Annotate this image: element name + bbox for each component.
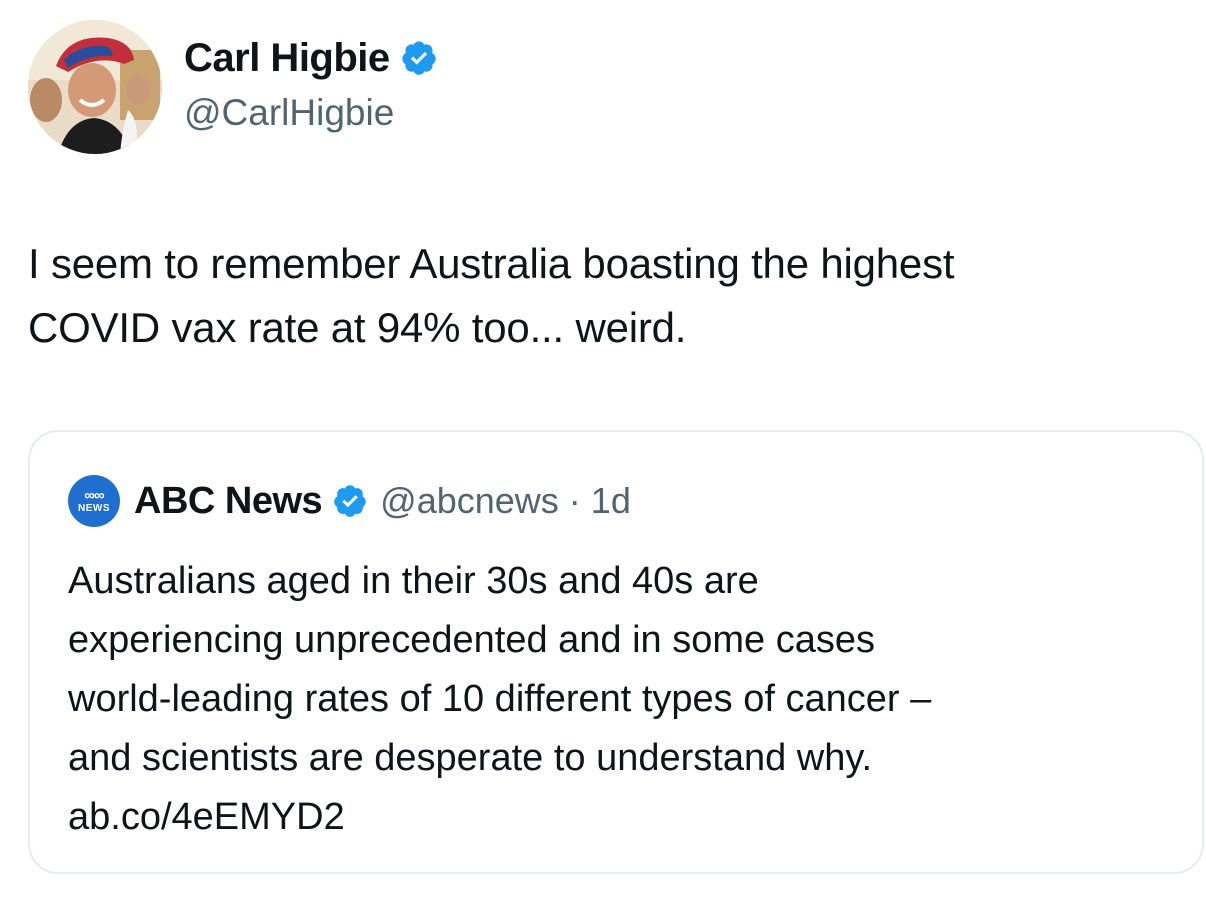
quoted-text-line: world-leading rates of 10 different type… <box>68 678 932 720</box>
quoted-handle[interactable]: @abcnews <box>380 480 559 522</box>
abc-logo-glyph: ∞∞ <box>84 487 104 504</box>
avatar-photo <box>28 20 162 154</box>
abc-logo-word: NEWS <box>78 503 110 514</box>
quoted-text-line: Australians aged in their 30s and 40s ar… <box>68 560 759 602</box>
tweet: Carl Higbie @CarlHigbie I seem to rememb… <box>0 0 1206 900</box>
separator-dot: · <box>568 480 581 521</box>
quoted-text-line: and scientists are desperate to understa… <box>68 737 873 779</box>
author-block: Carl Higbie @CarlHigbie <box>184 30 438 138</box>
verified-badge-icon <box>400 39 438 77</box>
quoted-text-line: experiencing unprecedented and in some c… <box>68 619 875 661</box>
quoted-tweet-header: ∞∞ NEWS ABC News @abcnews · 1d <box>68 474 631 528</box>
author-display-name[interactable]: Carl Higbie <box>184 30 390 86</box>
tweet-text-line: COVID vax rate at 94% too... weird. <box>28 304 687 351</box>
quoted-display-name[interactable]: ABC News <box>134 480 323 523</box>
quoted-tweet-card[interactable]: ∞∞ NEWS ABC News @abcnews · 1d Australia… <box>28 430 1204 874</box>
quoted-tweet-text: Australians aged in their 30s and 40s ar… <box>68 552 1188 847</box>
avatar[interactable] <box>28 20 162 154</box>
author-handle[interactable]: @CarlHigbie <box>184 88 438 138</box>
verified-badge-icon <box>332 483 368 519</box>
quoted-timestamp[interactable]: 1d <box>591 480 631 522</box>
abc-news-logo[interactable]: ∞∞ NEWS <box>68 475 120 527</box>
tweet-text-line: I seem to remember Australia boasting th… <box>28 240 955 287</box>
quoted-link[interactable]: ab.co/4eEMYD2 <box>68 788 1188 847</box>
tweet-text: I seem to remember Australia boasting th… <box>28 232 1188 360</box>
